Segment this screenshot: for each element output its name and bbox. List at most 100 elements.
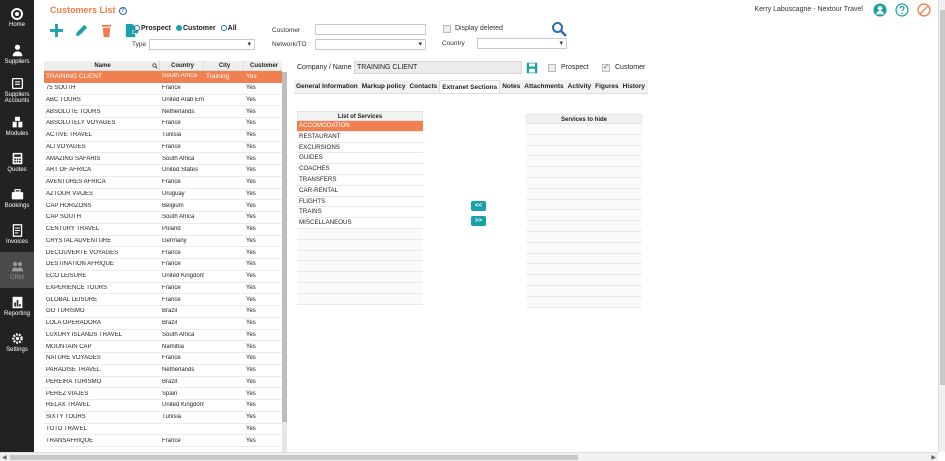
table-row[interactable]: PEREZ VIAJES Spain Yes [44,388,282,400]
table-row[interactable]: CENTURY TRAVEL Poland Yes [44,224,282,236]
move-right-button[interactable]: >> [471,216,486,226]
prospect-checkbox[interactable] [548,64,556,72]
edit-button[interactable] [73,22,89,38]
tab-markup-policy[interactable]: Markup policy [360,80,408,93]
user-icon[interactable] [873,3,887,17]
filter-search-icon[interactable] [152,62,158,69]
table-row[interactable]: CAP HORIZONS Belgium Yes [44,200,282,212]
tab-history[interactable]: History [621,80,647,93]
delete-button[interactable] [98,22,114,38]
table-row[interactable]: PEREIRA TURISMO Brazil Yes [44,377,282,389]
help-circle-icon[interactable] [895,3,909,17]
table-row[interactable]: ALI VOYAGES France Yes [44,142,282,154]
service-item[interactable]: GUIDES [297,153,423,165]
service-item[interactable]: TRANSFERS [297,175,423,186]
page-horizontal-scrollbar[interactable]: ◀ ▶ [0,452,938,461]
col-city[interactable]: City [204,61,244,71]
service-item[interactable]: TRAINS [297,207,423,219]
table-row[interactable]: EXPERIENCE TOURS France Yes [44,283,282,295]
table-row[interactable]: AMAZING SAFARIS South Africa Yes [44,153,282,165]
table-row[interactable]: ABSOLUTELY VOYAGES France Yes [44,118,282,130]
table-row[interactable]: CRYSTAL ADVENTURE Germany Yes [44,236,282,248]
search-icon[interactable] [551,21,567,37]
table-row[interactable]: TOTO TRAVEL Yes [44,424,282,436]
cell-country: Germany [162,237,187,244]
page-horizontal-scrollbar-thumb[interactable] [10,455,578,460]
table-row[interactable]: DESTINATION AFRIQUE France Yes [44,259,282,271]
service-item[interactable]: COACHES [297,164,423,175]
service-item[interactable]: RESTAURANT [297,132,423,143]
tab-figures[interactable]: Figures [593,80,620,93]
sidebar-item-crm[interactable]: CRM [0,252,34,288]
service-item[interactable]: EXCURSIONS [297,143,423,154]
company-name-input[interactable]: TRAINING CLIENT [354,61,522,74]
table-row[interactable]: SIXTY TOURS Tunisia Yes [44,412,282,424]
network-select[interactable] [315,39,426,50]
customer-checkbox[interactable]: ✓ [602,64,610,72]
tab-contacts[interactable]: Contacts [407,80,439,93]
sidebar-item-reporting[interactable]: Reporting [0,288,34,324]
radio-prospect[interactable]: Prospect [134,25,171,32]
scroll-left-arrow[interactable]: ◀ [2,454,7,461]
table-row[interactable]: AZTOUR VIAJES Uruguay Yes [44,189,282,201]
table-row[interactable]: MOUNTAIN CAP Namibia Yes [44,341,282,353]
country-select[interactable] [477,38,567,49]
table-row[interactable]: ABSOLUTE TOURS Netherlands Yes [44,106,282,118]
logout-icon[interactable] [917,3,931,17]
tab-notes[interactable]: Notes [500,80,522,93]
table-row[interactable]: LUXURY ISLANDS TRAVEL South Africa Yes [44,330,282,342]
radio-all[interactable]: All [220,25,237,32]
service-item[interactable]: MISCELLANEOUS [297,218,423,229]
table-row[interactable]: LOLA OPERADORA Brazil Yes [44,318,282,330]
table-row[interactable]: TRAINING CLIENT South Africa Training Yes [44,71,282,83]
table-row[interactable]: PARADISE TRAVEL Netherlands Yes [44,365,282,377]
list-scrollbar-thumb[interactable] [282,72,287,422]
table-row[interactable]: DECOUVERTE VOYAGES France Yes [44,247,282,259]
user-name[interactable]: Kerry Labuscagne - Nextour Travel [754,6,863,13]
page-vertical-scrollbar-thumb[interactable] [940,10,945,385]
table-row[interactable]: ART OF AFRICA United States Yes [44,165,282,177]
type-select[interactable] [149,39,255,50]
sidebar-item-bookings[interactable]: Bookings [0,180,34,216]
tab-extranet-sections[interactable]: Extranet Sections [439,80,501,93]
sidebar-item-settings[interactable]: Settings [0,324,34,360]
service-item[interactable]: FLIGHTS [297,197,423,208]
move-left-button[interactable]: << [471,201,486,211]
service-item[interactable]: CAR-RENTAL [297,186,423,197]
table-row[interactable]: ACTIVE TRAVEL Tunisia Yes [44,130,282,142]
save-icon[interactable] [526,62,538,74]
table-row[interactable]: GO TURISMO Brazil Yes [44,306,282,318]
table-row[interactable]: CAP SOUTH South Africa Yes [44,212,282,224]
col-country[interactable]: Country [160,61,204,71]
page-vertical-scrollbar[interactable] [938,0,945,452]
col-customer[interactable]: Customer [244,61,282,71]
sidebar-item-invoices[interactable]: Invoices [0,216,34,252]
table-row[interactable]: ECO LEISURE United Kingdom Yes [44,271,282,283]
radio-customer[interactable]: Customer [175,25,216,32]
add-button[interactable] [48,22,64,38]
help-icon[interactable]: ? [118,6,127,15]
table-row[interactable]: NATURE VOYAGES France Yes [44,353,282,365]
tab-attachments[interactable]: Attachments [522,80,565,93]
display-deleted-checkbox[interactable] [443,25,451,33]
sidebar-item-home[interactable]: Home [0,0,34,36]
table-row[interactable]: GLOBAL LEISURE France Yes [44,294,282,306]
scroll-right-arrow[interactable]: ▶ [931,454,936,461]
table-row[interactable]: TRANSAFRIQUE France Yes [44,435,282,447]
sidebar-item-quotes[interactable]: Quotes [0,144,34,180]
service-item[interactable]: ACCOMODATION [297,121,423,132]
sidebar-item-modules[interactable]: Modules [0,108,34,144]
sidebar-item-suppliers-accounts[interactable]: Suppliers Accounts [0,72,34,108]
col-name[interactable]: Name [44,61,160,71]
table-row[interactable]: 75 SOUTH France Yes [44,83,282,95]
tab-activity[interactable]: Activity [566,80,593,93]
table-row[interactable]: AVENTURES AFRICA France Yes [44,177,282,189]
sidebar-item-suppliers[interactable]: Suppliers [0,36,34,72]
tab-general-information[interactable]: General Information [294,80,360,93]
table-row[interactable]: RELAX TRAVEL United Kingdom Yes [44,400,282,412]
list-scrollbar[interactable] [282,72,287,453]
cell-customer: Yes [246,190,256,197]
customer-input[interactable] [315,24,426,35]
table-row[interactable]: ABC TOURS United Arab Emirates Yes [44,95,282,107]
settings-icon [11,332,23,344]
